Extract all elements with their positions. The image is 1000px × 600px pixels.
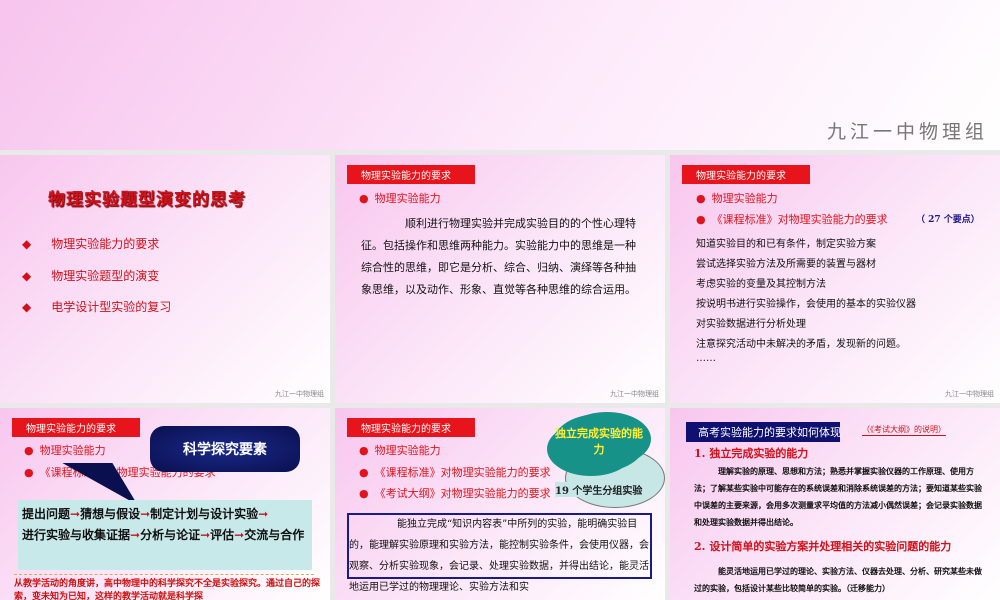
step: 制定计划与设计实验 — [150, 507, 259, 521]
step: 分析与论证 — [140, 528, 201, 542]
step: 进行实验与收集证据 — [22, 528, 131, 542]
list-item: 注意探究活动中未解决的矛盾，发现新的问题。 — [696, 339, 906, 350]
list-item: …… — [696, 353, 716, 364]
slide-thumbnail-2[interactable]: 物理实验能力的要求 物理实验能力 顺利进行物理实验并完成实验目的的个性心理特征。… — [335, 155, 665, 403]
slide-header: 物理实验能力的要求 — [682, 165, 810, 184]
slide-header: 高考实验能力的要求如何体现 — [686, 422, 841, 442]
step: 评估 — [210, 528, 235, 542]
slide-footer: 九江一中物理组 — [826, 121, 988, 143]
list-item: 电学设计型实验的复习 — [51, 300, 172, 314]
slide-thumbnail-1[interactable]: 物理实验题型演变的思考 ◆ 物理实验能力的要求 ◆ 物理实验题型的演变 ◆ 电学设计型… — [0, 155, 330, 403]
bullet-item: 物理实验能力 — [359, 442, 441, 458]
slide-footer: 九江一中物理组 — [275, 390, 324, 398]
list-item: 物理实验题型的演变 — [51, 269, 160, 283]
slide-footer: 九江一中物理组 — [945, 390, 994, 398]
slide-thumbnail-5[interactable]: 物理实验能力的要求 物理实验能力 《课程标准》对物理实验能力的要求 《考试大纲》… — [335, 408, 665, 600]
step: 猜想与假设 — [80, 507, 141, 521]
diamond-bullet-icon: ◆ — [22, 269, 32, 283]
slide-thumbnail-3[interactable]: 物理实验能力的要求 物理实验能力 《课程标准》对物理实验能力的要求 （ 27 个… — [670, 155, 1000, 403]
arrow-right-icon: ➞ — [130, 528, 141, 542]
paragraph: 能灵活地运用已学过的理论、实验方法、仪器去处理、分析、研究某些未做过的实验，包括… — [694, 566, 982, 593]
diamond-bullet-icon: ◆ — [22, 237, 32, 251]
list-item: 对实验数据进行分析处理 — [696, 319, 806, 330]
list-item: 考虑实验的变量及其控制方法 — [696, 279, 826, 290]
bullet-item: 物理实验能力 — [696, 190, 778, 206]
arrow-right-icon: ➞ — [258, 507, 269, 521]
slide-header: 物理实验能力的要求 — [347, 418, 475, 437]
bullet-item: 《考试大纲》对物理实验能力的要求 — [359, 485, 551, 501]
bubble-text: 19 个学生分组实验 — [555, 482, 643, 497]
divider — [14, 574, 314, 575]
step: 提出问题 — [22, 507, 71, 521]
arrow-right-icon: ➞ — [140, 507, 151, 521]
list-item: 知道实验目的和已有条件，制定实验方案 — [696, 239, 876, 250]
section-heading: 1. 独立完成实验的能力 — [694, 447, 809, 460]
bullet-item: 物理实验能力 — [359, 190, 441, 206]
arrow-right-icon: ➞ — [200, 528, 211, 542]
arrow-right-icon: ➞ — [234, 528, 245, 542]
cloud-callout: 独立完成实验的能力 — [553, 414, 645, 472]
arrow-right-icon: ➞ — [70, 507, 81, 521]
list-item: 尝试选择实验方法及所需要的装置与器材 — [696, 259, 876, 270]
note: （ 27 个要点） — [916, 215, 980, 225]
callout-bubble: 科学探究要素 — [150, 426, 300, 472]
section-heading: 2. 设计简单的实验方案并处理相关的实验问题的能力 — [694, 540, 952, 553]
paragraph: 能独立完成“知识内容表”中所列的实验，能明确实验目的，能理解实验原理和实验方法，… — [349, 519, 649, 593]
note: 从教学活动的角度讲，高中物理中的科学探究不全是实验探究。通过自己的探索，变未知为… — [14, 579, 321, 600]
slide-header: 物理实验能力的要求 — [347, 165, 475, 184]
slide-title: 物理实验题型演变的思考 — [48, 190, 246, 210]
slide-thumbnail-6[interactable]: 高考实验能力的要求如何体现 （《考试大纲》的说明） 1. 独立完成实验的能力 理… — [670, 408, 1000, 600]
slide-footer: 九江一中物理组 — [610, 390, 659, 398]
slide-thumbnail-0[interactable]: 九江一中物理组 — [0, 0, 1000, 150]
list-item: 按说明书进行实验操作，会使用的基本的实验仪器 — [696, 299, 916, 310]
slide-header: 物理实验能力的要求 — [12, 418, 140, 437]
source-note: （《考试大纲》的说明） — [862, 425, 946, 436]
paragraph: 顺利进行物理实验并完成实验目的的个性心理特征。包括操作和思维两种能力。实验能力中… — [361, 217, 636, 296]
step: 交流与合作 — [244, 528, 305, 542]
list-item: 物理实验能力的要求 — [51, 237, 160, 251]
bullet-item: 《课程标准》对物理实验能力的要求 — [696, 211, 888, 227]
bullet-item: 物理实验能力 — [24, 442, 106, 458]
diamond-bullet-icon: ◆ — [22, 300, 32, 314]
inquiry-steps-box: 提出问题➞猜想与假设➞制定计划与设计实验➞ 进行实验与收集证据➞分析与论证➞评估… — [18, 500, 312, 570]
paragraph: 理解实验的原理、思想和方法；熟悉并掌握实验仪器的工作原理、使用方法；了解某些实验… — [694, 466, 982, 527]
slide-thumbnail-4[interactable]: 物理实验能力的要求 物理实验能力 《课程标准》对物理实验能力的要求 科学探究要素… — [0, 408, 330, 600]
bullet-item: 《课程标准》对物理实验能力的要求 — [359, 464, 551, 480]
